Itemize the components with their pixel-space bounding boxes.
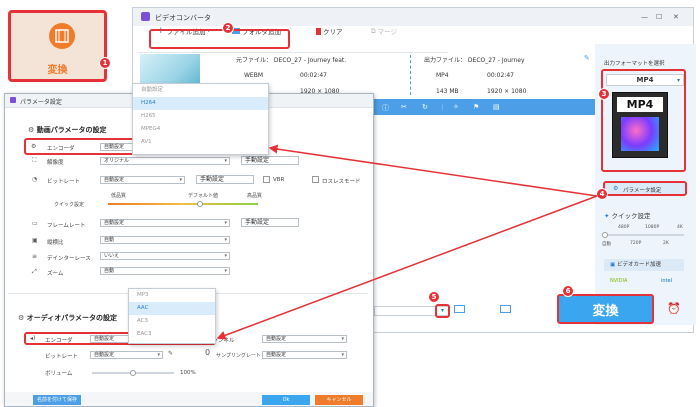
guide-arrows xyxy=(216,144,598,340)
arrow-to-video-encoder xyxy=(268,144,598,197)
arrow-to-audio-encoder xyxy=(216,195,598,340)
